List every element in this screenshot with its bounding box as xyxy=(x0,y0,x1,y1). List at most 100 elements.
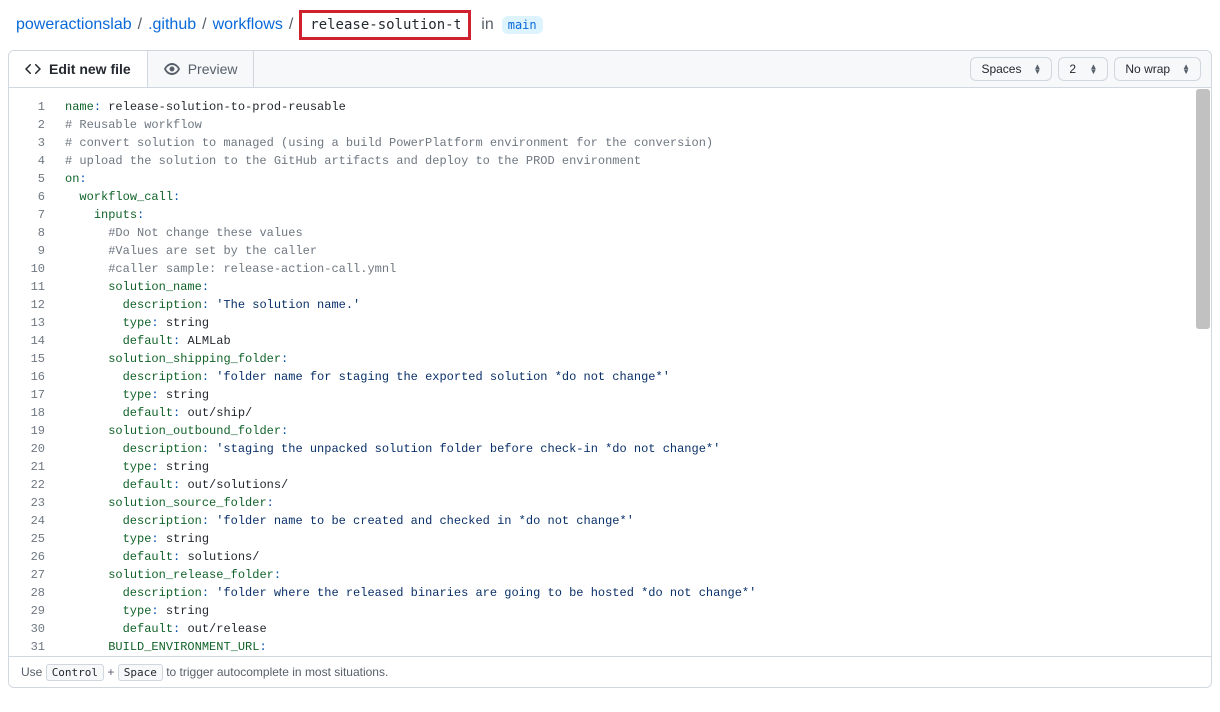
line-number: 16 xyxy=(9,368,49,386)
code-line[interactable]: solution_shipping_folder: xyxy=(65,350,1211,368)
code-line[interactable]: description: 'staging the unpacked solut… xyxy=(65,440,1211,458)
line-number: 7 xyxy=(9,206,49,224)
line-number: 6 xyxy=(9,188,49,206)
tab-preview[interactable]: Preview xyxy=(148,51,255,87)
line-number: 12 xyxy=(9,296,49,314)
tab-edit[interactable]: Edit new file xyxy=(9,51,148,87)
editor-frame: Edit new file Preview Spaces ▲▼ 2 ▲▼ No … xyxy=(8,50,1212,688)
line-number: 15 xyxy=(9,350,49,368)
breadcrumb-sep: / xyxy=(136,16,144,34)
line-number: 26 xyxy=(9,548,49,566)
code-line[interactable]: description: 'The solution name.' xyxy=(65,296,1211,314)
updown-icon: ▲▼ xyxy=(1089,64,1097,74)
hint-prefix: Use xyxy=(21,665,46,679)
code-line[interactable]: workflow_call: xyxy=(65,188,1211,206)
breadcrumb: poweractionslab / .github / workflows / … xyxy=(8,8,1212,50)
code-line[interactable]: type: string xyxy=(65,314,1211,332)
code-line[interactable]: # convert solution to managed (using a b… xyxy=(65,134,1211,152)
tab-preview-label: Preview xyxy=(188,61,238,77)
line-number: 17 xyxy=(9,386,49,404)
code-line[interactable]: #caller sample: release-action-call.ymnl xyxy=(65,260,1211,278)
code-line[interactable]: on: xyxy=(65,170,1211,188)
code-line[interactable]: # Reusable workflow xyxy=(65,116,1211,134)
line-number: 9 xyxy=(9,242,49,260)
line-number: 24 xyxy=(9,512,49,530)
breadcrumb-repo[interactable]: poweractionslab xyxy=(16,16,132,34)
line-number: 5 xyxy=(9,170,49,188)
code-line[interactable]: default: solutions/ xyxy=(65,548,1211,566)
kbd-control: Control xyxy=(46,664,104,681)
code-line[interactable]: solution_outbound_folder: xyxy=(65,422,1211,440)
code-line[interactable]: solution_source_folder: xyxy=(65,494,1211,512)
indent-mode-select[interactable]: Spaces ▲▼ xyxy=(970,57,1052,81)
line-number: 8 xyxy=(9,224,49,242)
indent-size-select[interactable]: 2 ▲▼ xyxy=(1058,57,1108,81)
line-number: 3 xyxy=(9,134,49,152)
breadcrumb-path1[interactable]: .github xyxy=(148,16,196,34)
line-number: 28 xyxy=(9,584,49,602)
code-line[interactable]: inputs: xyxy=(65,206,1211,224)
updown-icon: ▲▼ xyxy=(1182,64,1190,74)
in-label: in xyxy=(481,16,493,34)
line-number: 23 xyxy=(9,494,49,512)
line-number: 20 xyxy=(9,440,49,458)
line-number-gutter: 1234567891011121314151617181920212223242… xyxy=(9,88,59,656)
wrap-mode-select[interactable]: No wrap ▲▼ xyxy=(1114,57,1201,81)
tab-edit-label: Edit new file xyxy=(49,61,131,77)
line-number: 11 xyxy=(9,278,49,296)
code-line[interactable]: default: out/solutions/ xyxy=(65,476,1211,494)
code-line[interactable]: solution_name: xyxy=(65,278,1211,296)
code-line[interactable]: type: string xyxy=(65,602,1211,620)
wrap-mode-label: No wrap xyxy=(1125,62,1170,76)
scrollbar-thumb[interactable] xyxy=(1196,89,1210,329)
breadcrumb-path2[interactable]: workflows xyxy=(213,16,283,34)
branch-pill[interactable]: main xyxy=(502,16,543,34)
line-number: 25 xyxy=(9,530,49,548)
code-line[interactable]: type: string xyxy=(65,458,1211,476)
code-line[interactable]: # upload the solution to the GitHub arti… xyxy=(65,152,1211,170)
code-line[interactable]: default: ALMLab xyxy=(65,332,1211,350)
updown-icon: ▲▼ xyxy=(1033,64,1041,74)
line-number: 22 xyxy=(9,476,49,494)
code-line[interactable]: type: string xyxy=(65,530,1211,548)
line-number: 2 xyxy=(9,116,49,134)
autocomplete-hint: Use Control + Space to trigger autocompl… xyxy=(9,656,1211,687)
line-number: 27 xyxy=(9,566,49,584)
eye-icon xyxy=(164,61,180,77)
kbd-space: Space xyxy=(118,664,163,681)
line-number: 21 xyxy=(9,458,49,476)
code-line[interactable]: #Do Not change these values xyxy=(65,224,1211,242)
tab-bar: Edit new file Preview Spaces ▲▼ 2 ▲▼ No … xyxy=(9,51,1211,88)
code-line[interactable]: description: 'folder name for staging th… xyxy=(65,368,1211,386)
line-number: 1 xyxy=(9,98,49,116)
breadcrumb-sep: / xyxy=(200,16,208,34)
code-area[interactable]: name: release-solution-to-prod-reusable#… xyxy=(59,88,1211,656)
line-number: 10 xyxy=(9,260,49,278)
code-line[interactable]: default: out/release xyxy=(65,620,1211,638)
line-number: 13 xyxy=(9,314,49,332)
code-line[interactable]: BUILD_ENVIRONMENT_URL: xyxy=(65,638,1211,656)
code-line[interactable]: default: out/ship/ xyxy=(65,404,1211,422)
code-icon xyxy=(25,61,41,77)
code-line[interactable]: type: string xyxy=(65,386,1211,404)
line-number: 29 xyxy=(9,602,49,620)
line-number: 4 xyxy=(9,152,49,170)
breadcrumb-sep: / xyxy=(287,16,295,34)
line-number: 31 xyxy=(9,638,49,656)
code-line[interactable]: description: 'folder name to be created … xyxy=(65,512,1211,530)
code-line[interactable]: description: 'folder where the released … xyxy=(65,584,1211,602)
code-line[interactable]: solution_release_folder: xyxy=(65,566,1211,584)
hint-suffix: to trigger autocomplete in most situatio… xyxy=(163,665,388,679)
code-line[interactable]: name: release-solution-to-prod-reusable xyxy=(65,98,1211,116)
line-number: 18 xyxy=(9,404,49,422)
filename-input[interactable] xyxy=(299,10,471,40)
code-editor[interactable]: 1234567891011121314151617181920212223242… xyxy=(9,88,1211,656)
line-number: 19 xyxy=(9,422,49,440)
editor-settings: Spaces ▲▼ 2 ▲▼ No wrap ▲▼ xyxy=(970,57,1211,81)
hint-plus: + xyxy=(104,665,118,679)
code-line[interactable]: #Values are set by the caller xyxy=(65,242,1211,260)
line-number: 30 xyxy=(9,620,49,638)
line-number: 14 xyxy=(9,332,49,350)
indent-size-label: 2 xyxy=(1069,62,1076,76)
indent-mode-label: Spaces xyxy=(981,62,1021,76)
